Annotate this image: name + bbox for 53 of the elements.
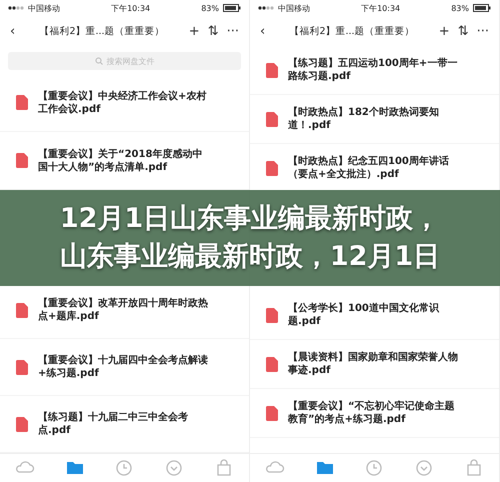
file-row[interactable]: 【练习题】十九届二中三中全会考点.pdf [0,396,249,453]
pdf-file-icon [266,112,278,126]
add-button[interactable]: + [438,24,450,38]
file-name: 【重要会议】中央经济工作会议+农村工作会议.pdf [38,90,208,116]
pdf-file-icon [16,153,28,168]
file-row[interactable]: 【重要会议】“不忘初心牢记使命主题教育”的考点+练习题.pdf [250,389,499,438]
nav-title: 【福利2】重...题（重重要） [288,24,416,38]
carrier-name: 中国移动 [278,2,310,14]
file-name: 【时政热点】纪念五四100周年讲话（要点+全文批注）.pdf [288,155,450,181]
pdf-file-icon [16,360,28,374]
file-row[interactable]: 【晨读资料】国家勋章和国家荣誉人物事迹.pdf [250,340,499,389]
status-time: 下午10:34 [111,2,150,14]
signal-icon [258,5,274,11]
pdf-file-icon [266,62,278,78]
file-name: 【重要会议】“不忘初心牢记使命主题教育”的考点+练习题.pdf [288,400,456,426]
pdf-file-icon [266,308,278,322]
pdf-file-icon [16,416,28,432]
more-button[interactable]: ··· [226,24,239,38]
file-name: 【时政热点】182个时政热词要知道！.pdf [288,106,440,132]
file-row[interactable]: 【时政热点】182个时政热词要知道！.pdf [250,95,499,144]
file-name: 【重要会议】关于“2018年度感动中国十大人物”的考点清单.pdf [38,148,204,174]
file-row[interactable]: 【练习题】五四运动100周年+一带一路练习题.pdf [250,46,499,95]
signal-icon [8,5,24,11]
carrier-name: 中国移动 [28,2,60,14]
file-name: 【重要会议】改革开放四十周年时政热点+题库.pdf [38,297,208,323]
sort-button[interactable]: ⇅ [208,24,219,38]
file-row[interactable]: 【重要会议】十九届四中全会考点解读+练习题.pdf [0,339,249,396]
back-button[interactable]: ‹ [260,24,266,38]
file-name: 【公考学长】100道中国文化常识题.pdf [288,302,440,328]
nav-title: 【福利2】重...题（重重要） [38,24,166,38]
battery-icon [473,4,491,12]
banner-title: 山东事业编最新时政，12月1日 [60,240,440,274]
battery-percent: 83% [451,4,469,12]
file-name: 【练习题】十九届二中三中全会考点.pdf [38,411,189,437]
add-button[interactable]: + [188,24,200,38]
pdf-file-icon [266,356,278,372]
pdf-file-icon [266,406,278,420]
pdf-file-icon [16,95,28,110]
file-name: 【重要会议】十九届四中全会考点解读+练习题.pdf [38,354,208,380]
file-name: 【晨读资料】国家勋章和国家荣誉人物事迹.pdf [288,351,458,377]
pdf-file-icon [266,160,278,176]
status-time: 下午10:34 [361,2,400,14]
back-button[interactable]: ‹ [10,24,16,38]
more-button[interactable]: ··· [476,24,489,38]
banner-title: 12月1日山东事业编最新时政， [60,202,440,236]
battery-icon [223,4,241,12]
battery-percent: 83% [201,4,219,12]
sort-button[interactable]: ⇅ [458,24,469,38]
file-name: 【练习题】五四运动100周年+一带一路练习题.pdf [288,57,458,83]
file-row[interactable]: 【公考学长】100道中国文化常识题.pdf [250,291,499,340]
pdf-file-icon [16,302,28,318]
file-row[interactable]: 【重要会议】中央经济工作会议+农村工作会议.pdf [0,74,249,132]
search-icon [94,57,102,65]
